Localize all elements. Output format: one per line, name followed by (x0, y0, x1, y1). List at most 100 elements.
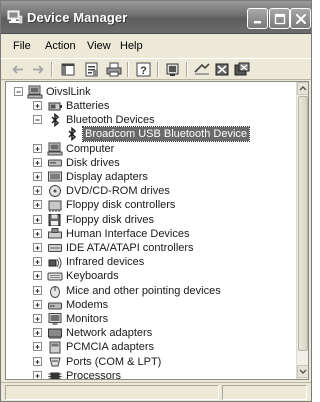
expand-icon[interactable] (33, 356, 42, 366)
modem-icon (47, 298, 63, 312)
expand-icon[interactable] (33, 200, 42, 210)
tree-category-row[interactable]: Computer (6, 142, 296, 156)
expand-icon[interactable] (33, 370, 42, 379)
close-button[interactable] (290, 8, 311, 29)
status-bar (1, 382, 311, 401)
disable-device-icon[interactable] (213, 61, 231, 78)
tree-category-label: Mice and other pointing devices (66, 284, 221, 297)
tree-category-label: Bluetooth Devices (66, 114, 155, 127)
menu-view[interactable]: View (87, 40, 111, 52)
device-tree: OivslLink Batteries Bluetooth Devices Broa… (6, 82, 296, 379)
close-icon (296, 14, 306, 24)
back-arrow-icon[interactable] (9, 61, 27, 78)
scroll-down-button[interactable] (297, 365, 308, 378)
expand-icon[interactable] (33, 299, 42, 309)
update-driver-icon[interactable] (193, 61, 211, 78)
tree-category-row[interactable]: DVD/CD-ROM drives (6, 184, 296, 198)
device-manager-icon (7, 10, 23, 24)
expand-icon[interactable] (33, 186, 42, 196)
expand-icon[interactable] (33, 285, 42, 295)
tree-category-row[interactable]: Floppy disk drives (6, 213, 296, 227)
tree-child-row[interactable]: Broadcom USB Bluetooth Device (6, 126, 296, 143)
tree-category-label: PCMCIA adapters (66, 341, 155, 354)
device-tree-pane: OivslLink Batteries Bluetooth Devices Broa… (5, 81, 309, 380)
tree-category-row[interactable]: Infrared devices (6, 255, 296, 269)
mouse-icon (47, 284, 63, 298)
floppy-disk-icon (47, 213, 63, 227)
processor-icon (47, 369, 63, 379)
tree-category-label: IDE ATA/ATAPI controllers (66, 242, 194, 254)
minimize-button[interactable] (247, 8, 268, 29)
scroll-up-button[interactable] (297, 82, 308, 95)
tree-child-label: Broadcom USB Bluetooth Device (81, 126, 251, 143)
expand-icon[interactable] (33, 328, 42, 338)
battery-icon (47, 99, 63, 113)
vertical-scrollbar[interactable] (296, 82, 308, 379)
tree-category-label: Keyboards (66, 270, 119, 283)
scroll-thumb[interactable] (298, 96, 308, 351)
tree-category-label: Batteries (66, 100, 110, 112)
tree-category-label: Human Interface Devices (66, 227, 190, 240)
tree-category-row[interactable]: Network adapters (6, 326, 296, 340)
toolbar-separator (127, 62, 129, 77)
tree-category-row[interactable]: Display adapters (6, 170, 296, 184)
tree-category-row[interactable]: Bluetooth Devices (6, 113, 296, 128)
help-icon[interactable]: ? (135, 61, 153, 78)
expand-icon[interactable] (33, 172, 42, 181)
tree-category-row[interactable]: Mice and other pointing devices (6, 284, 296, 298)
tree-category-label: Floppy disk drives (66, 213, 155, 226)
tree-root[interactable]: OivslLink (6, 85, 296, 99)
uninstall-device-icon[interactable] (233, 61, 251, 78)
tree-category-row[interactable]: IDE ATA/ATAPI controllers (6, 241, 296, 255)
tree-category-label: Floppy disk controllers (66, 199, 176, 212)
expand-icon[interactable] (33, 314, 42, 323)
tree-category-row[interactable]: Human Interface Devices (6, 227, 296, 241)
toolbar-separator (186, 62, 188, 77)
bluetooth-icon (47, 113, 63, 128)
expand-icon[interactable] (33, 243, 42, 252)
expand-icon[interactable] (33, 143, 42, 153)
svg-text:?: ? (140, 65, 147, 77)
expand-icon[interactable] (33, 257, 42, 267)
print-icon[interactable] (105, 61, 123, 78)
menu-file[interactable]: File (13, 40, 31, 52)
computer-icon (47, 142, 63, 156)
floppy-controller-icon (47, 198, 63, 213)
forward-arrow-icon[interactable] (29, 61, 47, 78)
menu-action[interactable]: Action (45, 40, 76, 52)
show-hide-console-tree-icon[interactable] (59, 61, 77, 78)
monitor-icon (47, 312, 63, 326)
network-adapter-icon (47, 326, 63, 340)
port-icon (47, 355, 63, 369)
expand-icon[interactable] (33, 228, 42, 238)
tree-category-row[interactable]: PCMCIA adapters (6, 340, 296, 354)
scan-hardware-icon[interactable] (164, 61, 182, 78)
expand-icon[interactable] (33, 214, 42, 224)
tree-category-row[interactable]: Floppy disk controllers (6, 198, 296, 213)
tree-category-label: DVD/CD-ROM drives (66, 185, 170, 198)
tree-category-row[interactable]: Processors (6, 369, 296, 379)
collapse-icon[interactable] (14, 87, 23, 96)
title-bar[interactable]: Device Manager (1, 1, 311, 34)
disk-drive-icon (47, 156, 63, 170)
tree-category-row[interactable]: Monitors (6, 312, 296, 326)
tree-category-label: Infrared devices (66, 256, 145, 269)
menu-help[interactable]: Help (120, 40, 143, 52)
tree-category-row[interactable]: Disk drives (6, 156, 296, 170)
tree-category-row[interactable]: Ports (COM & LPT) (6, 355, 296, 369)
bluetooth-icon (64, 127, 80, 142)
minimize-icon (254, 21, 261, 24)
expand-icon[interactable] (33, 157, 42, 167)
tree-category-row[interactable]: Batteries (6, 99, 296, 113)
collapse-icon[interactable] (33, 115, 42, 125)
tree-category-row[interactable]: Modems (6, 298, 296, 312)
maximize-button[interactable] (269, 8, 290, 29)
properties-icon[interactable] (83, 61, 101, 78)
toolbar: ? (1, 58, 311, 80)
expand-icon[interactable] (33, 271, 42, 281)
expand-icon[interactable] (33, 101, 42, 110)
tree-category-row[interactable]: Keyboards (6, 269, 296, 283)
tree-category-label: Display adapters (66, 171, 148, 183)
expand-icon[interactable] (33, 342, 42, 352)
display-adapter-icon (47, 170, 63, 184)
